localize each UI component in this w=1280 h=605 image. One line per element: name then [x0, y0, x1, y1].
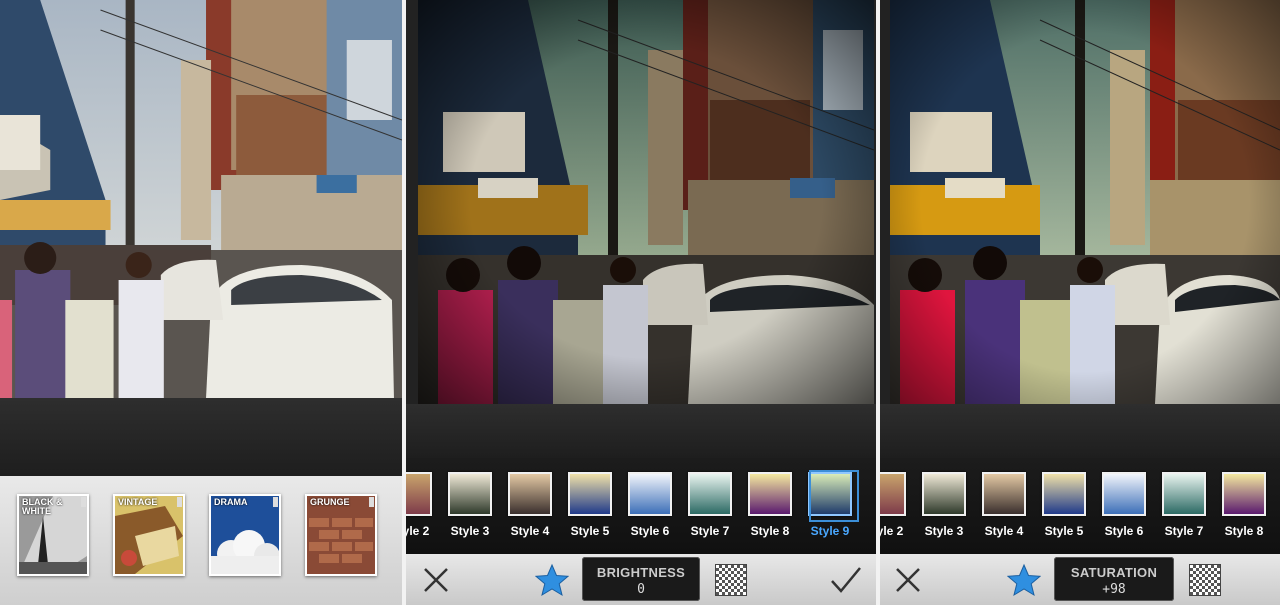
style-label: Style 5: [570, 524, 610, 538]
style-label: Style 8: [750, 524, 790, 538]
style-label: Style 7: [1164, 524, 1204, 538]
style-option[interactable]: Style 5: [1034, 472, 1094, 538]
style-swatch: [448, 472, 492, 516]
photo-preview: [418, 0, 874, 404]
filter-black-white[interactable]: BLACK & WHITE: [17, 494, 89, 576]
checkmark-icon: [831, 566, 861, 593]
style-swatch: [688, 472, 732, 516]
style-label: Style 7: [690, 524, 730, 538]
thumb-corner: [273, 497, 278, 507]
filter-label: BLACK & WHITE: [22, 497, 63, 516]
photo-shelf: [0, 398, 402, 476]
style-swatch: [808, 470, 859, 522]
street-photo: [0, 0, 402, 398]
style-option[interactable]: Style 8: [740, 472, 800, 538]
texture-button[interactable]: [1183, 554, 1227, 605]
cancel-button[interactable]: [886, 554, 930, 605]
style-option[interactable]: Style 8: [1214, 472, 1274, 538]
favorite-button[interactable]: [530, 554, 574, 605]
filter-label: DRAMA: [214, 497, 248, 507]
style-swatch: [508, 472, 552, 516]
style-option[interactable]: Style 6: [1094, 472, 1154, 538]
texture-button[interactable]: [709, 554, 753, 605]
style-label: Style 4: [984, 524, 1024, 538]
style-swatch: [1162, 472, 1206, 516]
style-label: Style 5: [1044, 524, 1084, 538]
style-option[interactable]: Style 3: [914, 472, 974, 538]
photo-shelf: [880, 404, 1280, 458]
adjustment-value: 0: [637, 582, 645, 597]
brick-wall-thumbnail: [307, 496, 375, 574]
style-option[interactable]: Style 4: [974, 472, 1034, 538]
style-label: Style 3: [450, 524, 490, 538]
style-label: Style 2: [880, 524, 904, 538]
bottom-toolbar: BRIGHTNESS 0: [406, 554, 876, 605]
street-photo: [418, 0, 874, 404]
style-label: Style 3: [924, 524, 964, 538]
style-strip: Style 2 Style 3 Style 4 Style 5 Style 6 Style…: [406, 458, 876, 554]
style-swatch: [922, 472, 966, 516]
style-label: Style 4: [510, 524, 550, 538]
style-swatch: [880, 472, 906, 516]
style-swatch: [628, 472, 672, 516]
adjustment-button[interactable]: SATURATION +98: [1054, 557, 1174, 601]
checkerboard-icon: [715, 563, 747, 596]
style-option[interactable]: Style 2: [880, 472, 914, 538]
style-swatch: [982, 472, 1026, 516]
filter-drama[interactable]: DRAMA: [209, 494, 281, 576]
style-label: Style 9: [810, 524, 850, 538]
filter-strip: BLACK & WHITE VINTAGE DRAMA GRUNGE: [0, 476, 402, 605]
style-swatch: [568, 472, 612, 516]
filter-label: GRUNGE: [310, 497, 350, 507]
style-option[interactable]: Style 7: [1154, 472, 1214, 538]
style-swatch: [1042, 472, 1086, 516]
style-swatch: [1102, 472, 1146, 516]
style-option[interactable]: Style 3: [440, 472, 500, 538]
selection-frame: [809, 470, 859, 522]
thumb-corner: [369, 497, 374, 507]
editor-panel-brightness: Style 2 Style 3 Style 4 Style 5 Style 6 Style…: [406, 0, 876, 605]
filter-vintage[interactable]: VINTAGE: [113, 494, 185, 576]
style-label: Style 6: [630, 524, 670, 538]
style-strip: Style 2 Style 3 Style 4 Style 5 Style 6 Style…: [880, 458, 1280, 554]
style-label: Style 2: [406, 524, 430, 538]
street-photo: [890, 0, 1280, 404]
star-icon: [1007, 563, 1041, 596]
editor-panel-saturation: Style 2 Style 3 Style 4 Style 5 Style 6 Style…: [880, 0, 1280, 605]
photo-preview: [890, 0, 1280, 404]
clouds-thumbnail: [211, 496, 279, 574]
confirm-button[interactable]: [824, 554, 868, 605]
filter-label: VINTAGE: [118, 497, 158, 507]
star-icon: [535, 563, 569, 596]
adjustment-name: SATURATION: [1070, 565, 1158, 580]
cancel-button[interactable]: [414, 554, 458, 605]
style-option[interactable]: Style 7: [680, 472, 740, 538]
style-option[interactable]: Style 6: [620, 472, 680, 538]
photo-preview: [0, 0, 402, 398]
vintage-photo-thumbnail: [115, 496, 183, 574]
thumb-corner: [81, 497, 86, 507]
style-label: Style 8: [1224, 524, 1264, 538]
style-label: Style 6: [1104, 524, 1144, 538]
style-option[interactable]: Style 5: [560, 472, 620, 538]
adjustment-value: +98: [1102, 582, 1126, 597]
adjustment-name: BRIGHTNESS: [596, 565, 686, 580]
thumb-corner: [177, 497, 182, 507]
style-swatch: [1222, 472, 1266, 516]
style-swatch: [748, 472, 792, 516]
bottom-toolbar: SATURATION +98: [880, 554, 1280, 605]
editor-panel-filters: BLACK & WHITE VINTAGE DRAMA GRUNGE: [0, 0, 402, 605]
filter-grunge[interactable]: GRUNGE: [305, 494, 377, 576]
style-swatch: [406, 472, 432, 516]
style-option[interactable]: Style 9: [800, 470, 860, 538]
style-option[interactable]: Style 4: [500, 472, 560, 538]
adjustment-button[interactable]: BRIGHTNESS 0: [582, 557, 700, 601]
photo-shelf: [406, 404, 876, 458]
close-icon: [896, 567, 920, 592]
favorite-button[interactable]: [1002, 554, 1046, 605]
checkerboard-icon: [1189, 563, 1221, 596]
style-option[interactable]: Style 2: [406, 472, 440, 538]
close-icon: [424, 567, 448, 592]
